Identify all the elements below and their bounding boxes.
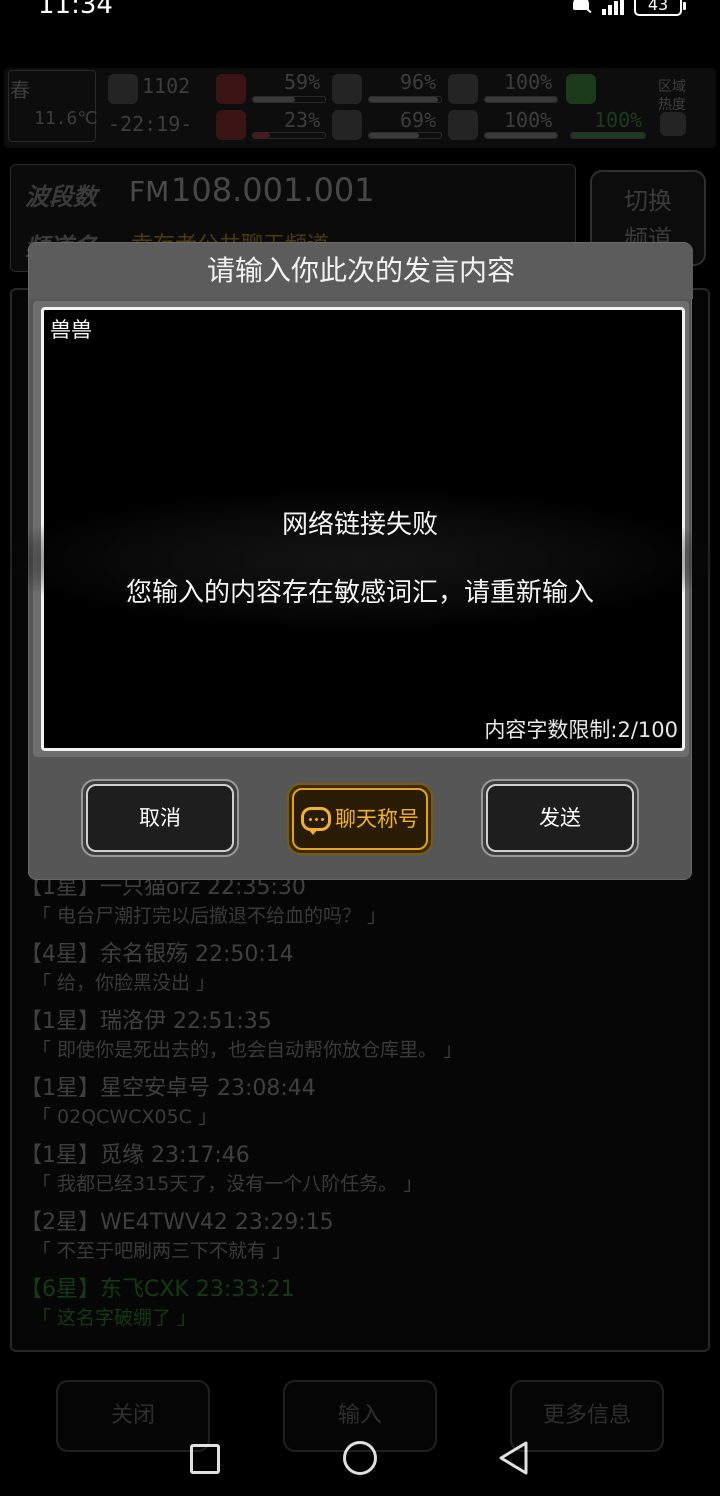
thirst-bar <box>368 132 442 139</box>
status-bar: 11:34 43 <box>0 0 720 22</box>
chat-bubble-icon <box>301 807 331 835</box>
stat-d-percent: 100% <box>504 108 553 132</box>
chat-message-header: 【2星】WE4TWV42 23:29:15 <box>20 1210 334 1235</box>
chat-message-body: 「 02QCWCX05C 」 <box>32 1106 217 1128</box>
chat-message-body: 「 这名字破绷了 」 <box>32 1307 197 1329</box>
pill-icon <box>448 74 478 104</box>
stamina-bar <box>570 132 646 139</box>
chat-message-body: 「 我都已经315天了，没有一个八阶任务。 」 <box>32 1173 423 1195</box>
stat-c-percent: 100% <box>504 70 553 94</box>
thirst-percent: 69% <box>400 108 437 132</box>
chat-list: 【1星】一只猫orz 22:35:30 「 电台尸潮打完以后撤退不给血的吗？ 」【… <box>20 874 710 1343</box>
cancel-button[interactable]: 取消 <box>81 779 239 857</box>
chat-message: 【6星】东飞CXK 23:33:21 「 这名字破绷了 」 <box>20 1276 710 1343</box>
chat-message: 【1星】觅缘 23:17:46 「 我都已经315天了，没有一个八阶任务。 」 <box>20 1142 710 1209</box>
chat-message-body: 「 电台尸潮打完以后撤退不给血的吗？ 」 <box>32 905 387 927</box>
chat-message: 【1星】一只猫orz 22:35:30 「 电台尸潮打完以后撤退不给血的吗？ 」 <box>20 874 710 941</box>
muted-bell-icon <box>570 0 592 16</box>
send-button[interactable]: 发送 <box>481 779 639 857</box>
message-input-value: 兽兽 <box>50 318 92 342</box>
clock-icon <box>108 74 138 104</box>
send-button-label: 发送 <box>486 784 634 852</box>
game-time: -22:19- <box>108 112 193 136</box>
antenna-icon: FM <box>129 175 170 208</box>
chat-message-header: 【1星】星空安卓号 23:08:44 <box>20 1076 316 1101</box>
chat-message-header: 【1星】觅缘 23:17:46 <box>20 1143 250 1168</box>
signal-icon <box>602 0 624 15</box>
stat-d-bar <box>484 132 558 139</box>
heart-organ-icon <box>216 110 246 140</box>
hunger-bar <box>368 96 442 103</box>
char-count: 内容字数限制:2/100 <box>484 718 678 742</box>
navigation-bar <box>0 1420 720 1496</box>
health-percent: 59% <box>284 70 321 94</box>
chat-message: 【1星】瑞洛伊 22:51:35 「 即使你是死出去的，也会自动帮你放仓库里。 」 <box>20 1008 710 1075</box>
health-percent-2: 23% <box>284 108 321 132</box>
home-icon[interactable] <box>343 1441 377 1475</box>
chat-message-header: 【6星】东飞CXK 23:33:21 <box>20 1277 295 1302</box>
chat-message: 【4星】余名银殇 22:50:14 「 给，你脸黑没出 」 <box>20 941 710 1008</box>
frequency-value: 108.001.001 <box>171 171 375 209</box>
back-icon[interactable] <box>497 1440 529 1476</box>
chat-message-body: 「 给，你脸黑没出 」 <box>32 972 216 994</box>
chat-nickname-label: 聊天称号 <box>335 807 419 831</box>
chat-message-body: 「 即使你是死出去的，也会自动帮你放仓库里。 」 <box>32 1039 463 1061</box>
band-label: 波段数 <box>25 183 97 211</box>
region-label-2: 热度 <box>658 97 686 113</box>
health-bar <box>252 96 326 103</box>
cancel-button-label: 取消 <box>86 784 234 852</box>
hunger-percent: 96% <box>400 70 437 94</box>
chat-message-body: 「 不至于吧刷两三下不就有 」 <box>32 1240 292 1262</box>
toast-title: 网络链接失败 <box>281 510 438 540</box>
chat-message-header: 【4星】余名银殇 22:50:14 <box>20 942 294 967</box>
toast-message: 您输入的内容存在敏感词汇，请重新输入 <box>125 578 594 608</box>
stat-c-bar <box>484 96 558 103</box>
temperature: 11.6℃ <box>34 108 98 129</box>
medkit-icon <box>216 74 246 104</box>
recent-apps-icon[interactable] <box>190 1444 220 1474</box>
health-bar-2 <box>252 132 326 139</box>
status-hud: 春 11.6℃ 1102 -22:19- 59% 23% 96% 69% 100… <box>4 68 716 148</box>
region-label-1: 区域 <box>658 79 686 95</box>
stomach-icon <box>332 74 362 104</box>
error-toast: 网络链接失败 您输入的内容存在敏感词汇，请重新输入 <box>0 490 720 630</box>
chat-message: 【1星】星空安卓号 23:08:44 「 02QCWCX05C 」 <box>20 1075 710 1142</box>
chat-message: 【2星】WE4TWV42 23:29:15 「 不至于吧刷两三下不就有 」 <box>20 1209 710 1276</box>
chat-nickname-button[interactable]: 聊天称号 <box>287 783 433 855</box>
status-time: 11:34 <box>38 0 113 20</box>
day-count: 1102 <box>142 74 191 98</box>
chat-message-header: 【1星】瑞洛伊 22:51:35 <box>20 1009 272 1034</box>
dialog-title: 请输入你此次的发言内容 <box>29 243 693 299</box>
volume-icon[interactable] <box>660 112 686 136</box>
water-drop-icon <box>332 110 362 140</box>
status-icons: 43 <box>570 0 686 16</box>
heart-icon <box>448 110 478 140</box>
battery-icon: 43 <box>634 0 686 16</box>
stamina-percent: 100% <box>594 108 643 132</box>
season-label: 春 <box>10 78 30 102</box>
stamina-icon <box>566 74 596 104</box>
